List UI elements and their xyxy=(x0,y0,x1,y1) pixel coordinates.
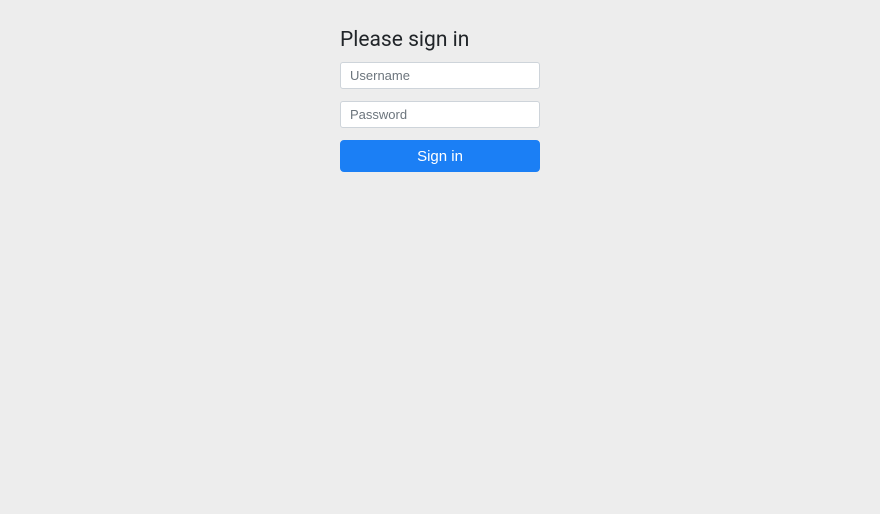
password-input[interactable] xyxy=(340,101,540,128)
login-heading: Please sign in xyxy=(340,28,540,52)
login-form: Please sign in Sign in xyxy=(340,28,540,514)
username-input[interactable] xyxy=(340,62,540,89)
signin-button[interactable]: Sign in xyxy=(340,140,540,172)
